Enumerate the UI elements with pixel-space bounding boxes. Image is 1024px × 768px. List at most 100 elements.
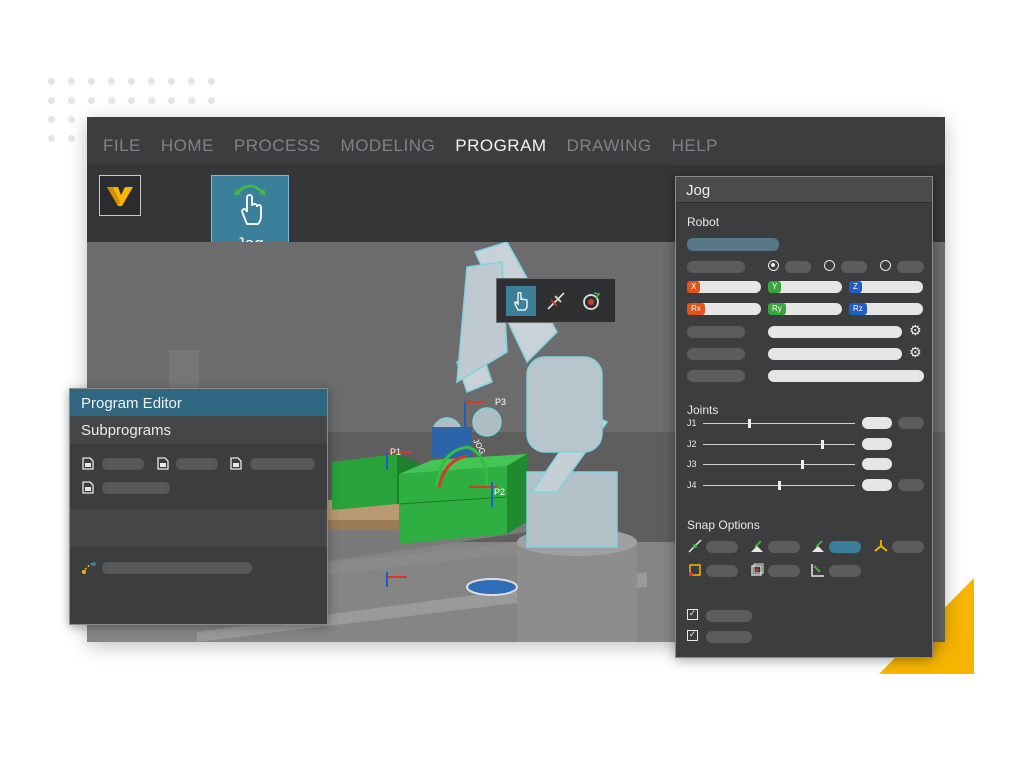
frame-radio-2[interactable]	[824, 260, 835, 271]
gear-icon[interactable]: ⚙	[909, 346, 923, 360]
joint-label: J3	[687, 459, 697, 469]
joint-value-field[interactable]	[862, 438, 892, 450]
decorative-dot	[208, 78, 215, 85]
joint-slider-thumb[interactable]	[778, 481, 781, 490]
rz-tag: Rz	[849, 303, 867, 315]
option-field-3[interactable]	[768, 370, 924, 382]
subprogram-name[interactable]	[102, 482, 170, 494]
decorative-dot	[68, 78, 75, 85]
decorative-dot	[48, 116, 55, 123]
hand-jog-tool[interactable]	[505, 285, 536, 316]
joint-label: J2	[687, 439, 697, 449]
menu-home[interactable]: HOME	[161, 136, 214, 156]
option-checkbox-1[interactable]: ✓	[687, 609, 698, 620]
frame-radio-2-label	[841, 261, 867, 273]
frame-radio-1-label	[785, 261, 811, 273]
frame-radio-1[interactable]	[768, 260, 779, 271]
snap-option-value[interactable]	[768, 541, 800, 553]
file-icon[interactable]	[82, 481, 94, 494]
subprogram-name[interactable]	[176, 458, 218, 470]
snap-edge-icon[interactable]	[749, 538, 765, 554]
snap-box-icon[interactable]	[749, 562, 765, 578]
joint-slider-track[interactable]	[703, 444, 855, 445]
snap-option-value[interactable]	[768, 565, 800, 577]
point-label-p3[interactable]: P3	[495, 397, 506, 407]
decorative-dot	[108, 97, 115, 104]
subprogram-name[interactable]	[250, 458, 315, 470]
decorative-dot	[108, 78, 115, 85]
program-editor-title[interactable]: Program Editor	[70, 389, 327, 416]
decorative-dot	[148, 78, 155, 85]
joint-slider-thumb[interactable]	[747, 419, 751, 428]
menu-help[interactable]: HELP	[672, 136, 718, 156]
frame-radio-3-label	[897, 261, 924, 273]
hand-pointer-icon	[234, 184, 266, 225]
v-logo-icon	[107, 186, 133, 206]
linear-jog-tool[interactable]	[541, 286, 571, 316]
point-label-p1[interactable]: P1	[390, 447, 401, 457]
y-tag: Y	[768, 281, 782, 293]
snap-point-icon[interactable]	[873, 538, 889, 554]
decorative-dot	[208, 97, 215, 104]
menu-modeling[interactable]: MODELING	[341, 136, 436, 156]
joint-slider-track[interactable]	[703, 464, 855, 465]
joint-slider-track[interactable]	[703, 423, 855, 424]
option-field-2[interactable]	[768, 348, 902, 360]
decorative-dot	[48, 97, 55, 104]
menu-process[interactable]: PROCESS	[234, 136, 321, 156]
decorative-dot	[68, 97, 75, 104]
subprograms-header[interactable]: Subprograms	[70, 416, 327, 445]
editor-divider-bar	[70, 509, 327, 547]
menu-drawing[interactable]: DRAWING	[567, 136, 652, 156]
snap-option-value[interactable]	[706, 565, 738, 577]
joint-label: J4	[687, 480, 697, 490]
option-field-1[interactable]	[768, 326, 902, 338]
point-label-p2[interactable]: P2	[494, 487, 505, 497]
subprogram-list	[70, 446, 327, 508]
decorative-dot	[88, 97, 95, 104]
decorative-dot	[48, 135, 55, 142]
joint-value-field[interactable]	[862, 458, 892, 470]
snap-option-value[interactable]	[892, 541, 924, 553]
gear-icon[interactable]: ⚙	[909, 324, 923, 338]
joint-value-field[interactable]	[862, 479, 892, 491]
jog-panel-title: Jog	[676, 177, 932, 203]
snap-surface-icon[interactable]	[810, 538, 826, 554]
file-icon[interactable]	[82, 457, 94, 470]
decorative-dot	[128, 78, 135, 85]
snap-option-value[interactable]	[706, 541, 738, 553]
app-logo[interactable]	[99, 175, 141, 216]
file-icon[interactable]	[230, 457, 242, 470]
option-label-3	[687, 370, 745, 382]
robot-section-label: Robot	[687, 215, 720, 229]
file-icon[interactable]	[157, 457, 169, 470]
path-icon[interactable]	[81, 561, 97, 575]
snap-option-value-active[interactable]	[829, 541, 861, 553]
checkbox-label-1	[706, 610, 752, 622]
menu-file[interactable]: FILE	[103, 136, 141, 156]
option-checkbox-2[interactable]: ✓	[687, 630, 698, 641]
snap-corner-icon[interactable]	[687, 562, 703, 578]
joint-value-field[interactable]	[862, 417, 892, 429]
joint-unit-field[interactable]	[898, 417, 924, 429]
joint-slider-thumb[interactable]	[820, 440, 824, 449]
snap-option-value[interactable]	[829, 565, 861, 577]
z-tag: Z	[849, 281, 862, 293]
subprogram-name[interactable]	[102, 458, 144, 470]
snap-line-icon[interactable]	[687, 538, 703, 554]
menu-program[interactable]: PROGRAM	[455, 136, 546, 156]
decorative-dot	[48, 78, 55, 85]
jog-panel: Jog Robot X Y Z Rx Ry Rz ⚙ ⚙ Joints J1 J2…	[675, 176, 933, 658]
joint-unit-field[interactable]	[898, 479, 924, 491]
linear-move-icon	[547, 291, 565, 310]
rotate-jog-tool[interactable]	[576, 286, 606, 316]
decorative-dot	[188, 97, 195, 104]
option-label-1	[687, 326, 745, 338]
robot-selector[interactable]	[687, 238, 779, 251]
joint-slider-thumb[interactable]	[800, 460, 804, 469]
hand-pointer-icon	[513, 291, 528, 311]
decorative-dot	[168, 97, 175, 104]
frame-radio-3[interactable]	[880, 260, 891, 271]
snap-frame-icon[interactable]	[810, 562, 826, 578]
path-name[interactable]	[102, 562, 252, 574]
